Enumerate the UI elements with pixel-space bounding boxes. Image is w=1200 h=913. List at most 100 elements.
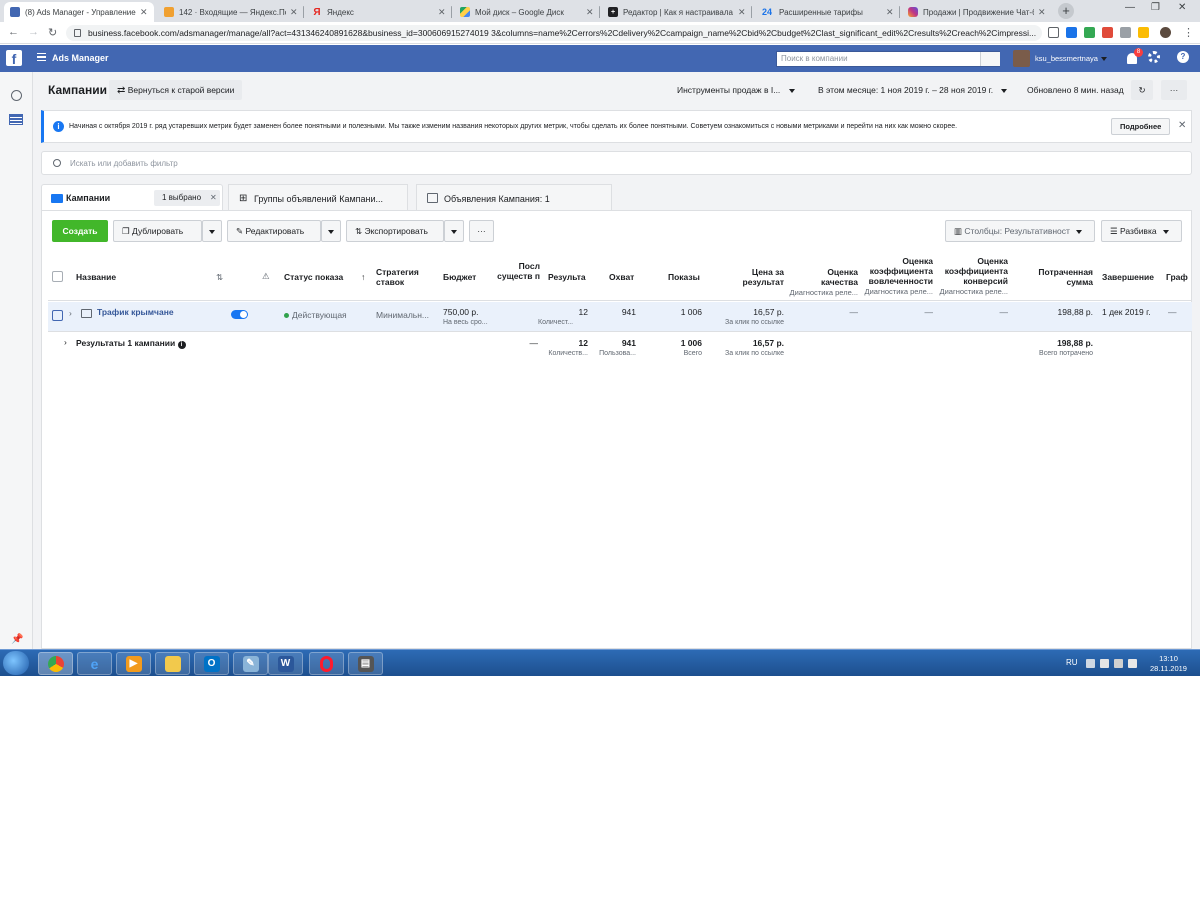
col-header-reach[interactable]: Охват xyxy=(609,272,634,282)
close-window-icon[interactable]: ✕ xyxy=(1178,2,1186,13)
create-button[interactable]: Создать xyxy=(52,220,108,242)
campaign-name-link[interactable]: Трафик крымчане xyxy=(97,307,174,317)
back-icon[interactable]: ← xyxy=(8,26,19,38)
edit-dropdown[interactable] xyxy=(321,220,341,242)
edit-button[interactable]: ✎ Редактировать xyxy=(227,220,321,242)
campaign-toggle[interactable] xyxy=(231,310,248,319)
extension-icon[interactable] xyxy=(1102,27,1113,38)
selected-pill[interactable]: 1 выбрано ✕ xyxy=(154,190,220,206)
sort-asc-icon[interactable]: ↑ xyxy=(361,272,365,282)
browser-tab-google-drive[interactable]: Мой диск – Google Диск ✕ xyxy=(454,2,600,22)
taskbar-scanner[interactable]: ▤ xyxy=(348,652,383,675)
col-header-budget[interactable]: Бюджет xyxy=(443,272,476,282)
close-icon[interactable]: ✕ xyxy=(886,7,894,18)
tab-adsets[interactable]: ⊞ Группы объявлений Кампани... xyxy=(228,184,408,211)
taskbar-explorer[interactable] xyxy=(155,652,190,675)
clear-selection-icon[interactable]: ✕ xyxy=(210,190,217,206)
browser-tab-yandex[interactable]: Я Яндекс ✕ xyxy=(306,2,452,22)
col-header-bid[interactable]: Стратегия ставок xyxy=(376,267,432,287)
flag-icon[interactable] xyxy=(1100,659,1109,668)
filter-search[interactable]: Искать или добавить фильтр xyxy=(41,151,1192,175)
col-header-end[interactable]: Завершение xyxy=(1102,272,1154,282)
close-icon[interactable]: ✕ xyxy=(140,7,148,18)
col-header-results[interactable]: Результа xyxy=(548,272,586,282)
chevron-right-icon[interactable]: › xyxy=(64,337,67,347)
taskbar-word[interactable]: W xyxy=(268,652,303,675)
username[interactable]: ksu_bessmertnaya xyxy=(1035,54,1098,63)
col-header-status[interactable]: Статус показа xyxy=(284,272,343,282)
taskbar-paint[interactable]: ✎ xyxy=(233,652,268,675)
warning-icon[interactable]: ⚠ xyxy=(262,271,270,281)
maximize-icon[interactable]: ❐ xyxy=(1151,2,1160,13)
tray-arrow-icon[interactable] xyxy=(1086,659,1095,668)
reload-icon[interactable]: ↻ xyxy=(48,26,57,39)
facebook-logo-icon[interactable]: f xyxy=(6,50,22,67)
more-actions-button[interactable]: ··· xyxy=(469,220,494,242)
refresh-button[interactable]: ↻ xyxy=(1131,80,1153,100)
table-row[interactable]: › Трафик крымчане Действующая Минимальн.… xyxy=(48,302,1192,332)
browser-tab-ads-manager[interactable]: (8) Ads Manager - Управление р ✕ xyxy=(4,2,154,22)
smiley-icon[interactable] xyxy=(11,90,22,101)
table-icon[interactable] xyxy=(9,114,23,125)
columns-dropdown[interactable]: ▥ Столбцы: Результативност xyxy=(945,220,1095,242)
tab-campaigns[interactable]: Кампании 1 выбрано ✕ xyxy=(41,184,223,211)
col-header-quality[interactable]: Оценка качества Диагностика реле... xyxy=(788,267,858,298)
cart-icon[interactable] xyxy=(1138,27,1149,38)
close-icon[interactable]: ✕ xyxy=(586,7,594,18)
taskbar-outlook[interactable]: O xyxy=(194,652,229,675)
taskbar-media[interactable]: ▶ xyxy=(116,652,151,675)
chevron-right-icon[interactable]: › xyxy=(69,308,72,318)
company-search-input[interactable]: Поиск в компании xyxy=(776,51,1000,67)
col-header-conversion[interactable]: Оценка коэффициента конверсий Диагностика… xyxy=(938,256,1008,297)
menu-icon[interactable] xyxy=(37,53,46,61)
col-header-schedule[interactable]: Граф xyxy=(1166,272,1188,282)
export-dropdown[interactable] xyxy=(444,220,464,242)
budget-cell[interactable]: 750,00 р. На весь сро... xyxy=(443,307,488,326)
extension-icon[interactable] xyxy=(1084,27,1095,38)
close-icon[interactable]: ✕ xyxy=(290,7,298,18)
new-tab-button[interactable]: + xyxy=(1058,3,1074,19)
tab-ads[interactable]: Объявления Кампания: 1 xyxy=(416,184,612,211)
language-indicator[interactable]: RU xyxy=(1066,658,1078,667)
app-title[interactable]: Ads Manager xyxy=(52,53,109,63)
profile-icon[interactable] xyxy=(1160,27,1171,38)
col-header-last-edit[interactable]: Посл существ п xyxy=(494,261,540,281)
gear-icon[interactable] xyxy=(1148,51,1160,63)
col-header-spent[interactable]: Потраченная сумма xyxy=(1028,267,1093,287)
duplicate-dropdown[interactable] xyxy=(202,220,222,242)
learn-more-button[interactable]: Подробнее xyxy=(1111,118,1171,135)
pin-icon[interactable]: 📌 xyxy=(11,634,23,645)
date-range-picker[interactable]: В этом месяце: 1 ноя 2019 г. – 28 ноя 20… xyxy=(818,85,1008,95)
close-icon[interactable]: ✕ xyxy=(738,7,746,18)
duplicate-button[interactable]: ❐ Дублировать xyxy=(113,220,202,242)
export-button[interactable]: ⇅ Экспортировать xyxy=(346,220,444,242)
sort-icon[interactable]: ⇅ xyxy=(216,272,223,282)
select-all-checkbox[interactable] xyxy=(52,271,63,282)
bookmark-star-icon[interactable] xyxy=(1048,27,1059,38)
close-icon[interactable]: ✕ xyxy=(1178,120,1186,131)
sales-tools-dropdown[interactable]: Инструменты продаж в I... xyxy=(677,85,795,95)
help-icon[interactable]: ? xyxy=(1177,51,1189,63)
breakdown-dropdown[interactable]: ☰ Разбивка xyxy=(1101,220,1182,242)
close-icon[interactable]: ✕ xyxy=(438,7,446,18)
browser-tab-yandex-mail[interactable]: 142 · Входящие — Яндекс.Почта ✕ xyxy=(158,2,304,22)
clock[interactable]: 13:10 28.11.2019 xyxy=(1150,654,1187,674)
start-button[interactable] xyxy=(3,651,29,675)
row-checkbox[interactable] xyxy=(52,310,63,321)
col-header-name[interactable]: Название xyxy=(76,272,116,282)
forward-icon[interactable]: → xyxy=(28,26,39,38)
extension-icon[interactable] xyxy=(1066,27,1077,38)
avatar[interactable] xyxy=(1013,50,1030,67)
chevron-down-icon[interactable] xyxy=(1101,57,1107,61)
taskbar-chrome[interactable] xyxy=(38,652,73,675)
old-version-button[interactable]: ⇄ Вернуться к старой версии xyxy=(109,80,243,100)
col-header-engagement[interactable]: Оценка коэффициента вовлеченности Диагнос… xyxy=(863,256,933,297)
col-header-cost-per-result[interactable]: Цена за результат xyxy=(728,267,784,287)
browser-tab-tariffs[interactable]: 24 Расширенные тарифы ✕ xyxy=(754,2,900,22)
taskbar-opera[interactable] xyxy=(309,652,344,675)
extension-icon[interactable] xyxy=(1120,27,1131,38)
volume-icon[interactable] xyxy=(1128,659,1137,668)
close-icon[interactable]: ✕ xyxy=(1038,7,1046,18)
minimize-icon[interactable]: — xyxy=(1125,2,1135,13)
browser-tab-instagram[interactable]: Продажи | Продвижение Чат-б ✕ xyxy=(902,2,1052,22)
